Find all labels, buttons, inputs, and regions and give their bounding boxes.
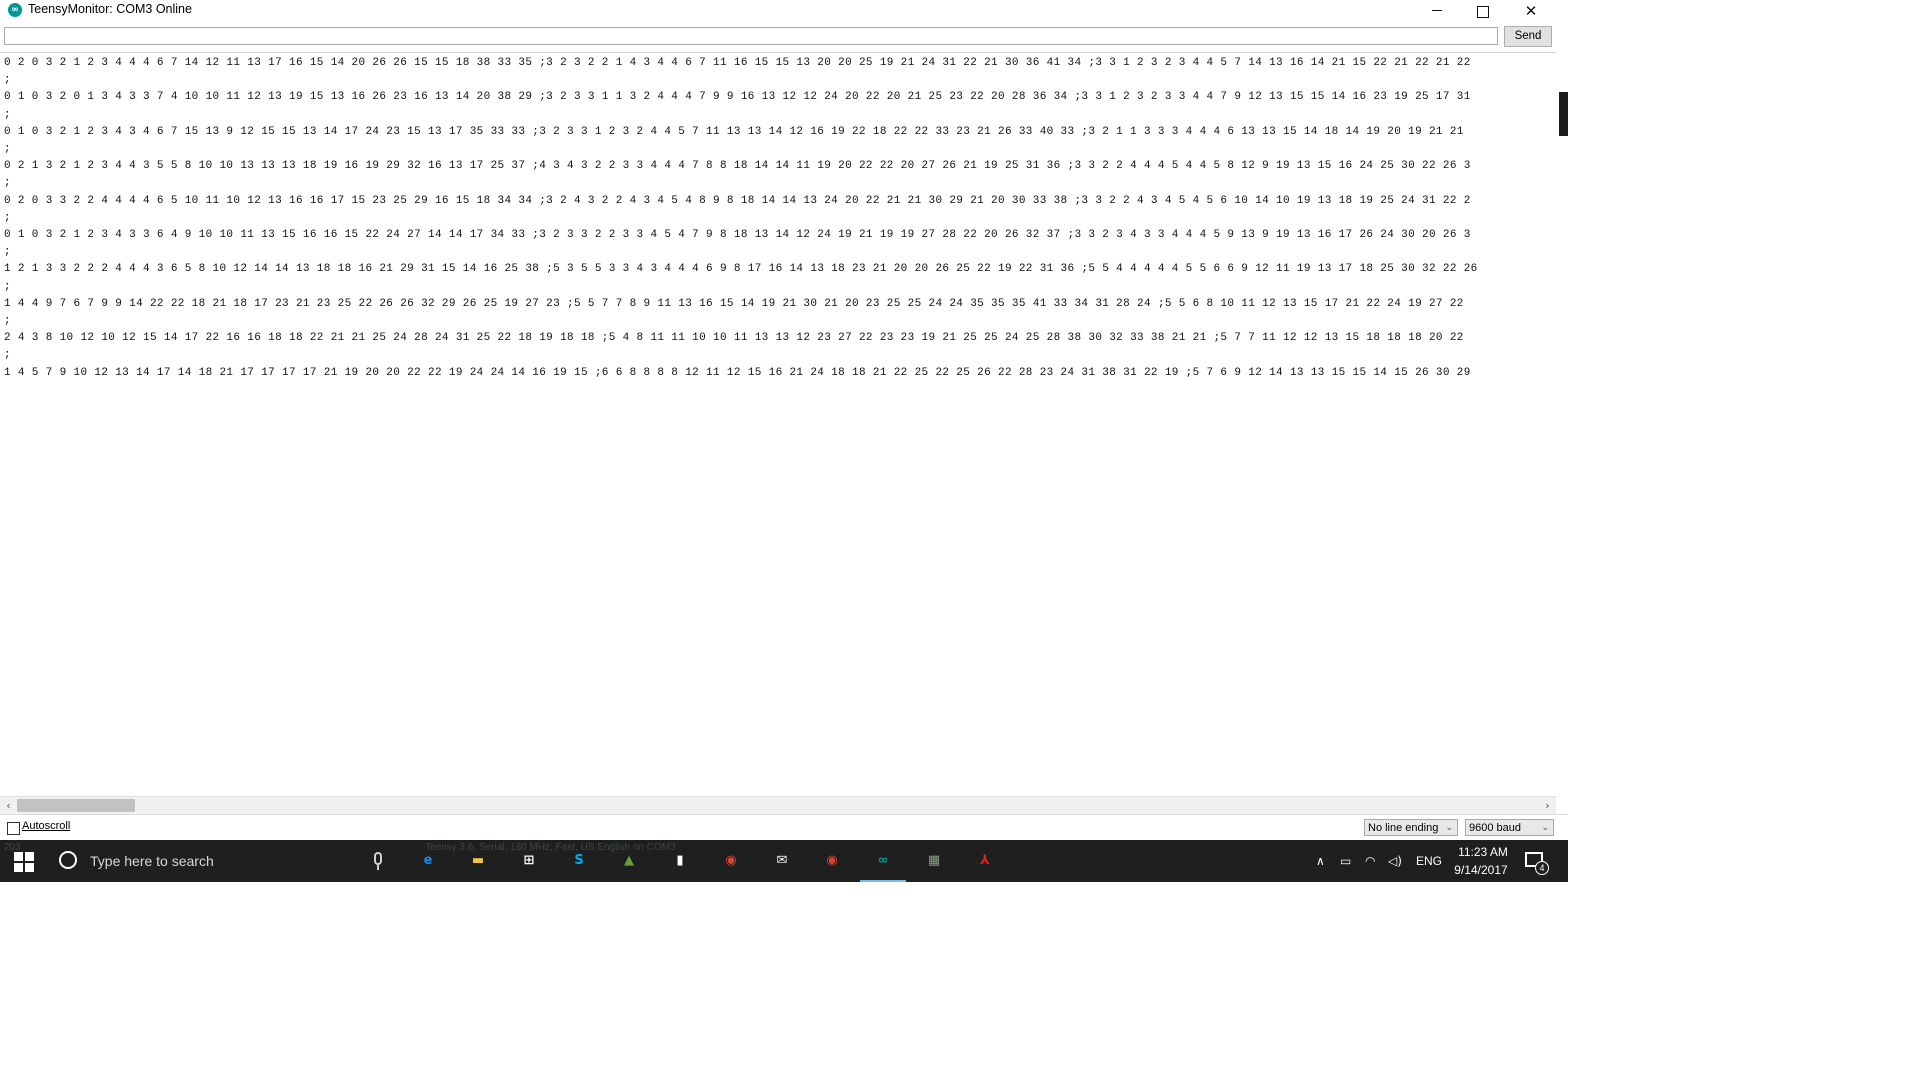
arduino-icon: ∞ — [8, 3, 22, 17]
horizontal-scroll-thumb[interactable] — [17, 799, 135, 812]
volume-icon[interactable]: ◁) — [1388, 854, 1402, 868]
minimize-icon — [1432, 10, 1442, 11]
maximize-icon — [1477, 6, 1489, 18]
mail-icon[interactable]: ✉ — [770, 849, 794, 873]
output-line: ; — [4, 280, 11, 293]
output-line: 0 1 0 3 2 0 1 3 4 3 3 7 4 10 10 11 12 13… — [4, 91, 1471, 104]
output-line: 0 2 0 3 2 1 2 3 4 4 4 6 7 14 12 11 13 17… — [4, 57, 1471, 69]
window-title: TeensyMonitor: COM3 Online — [28, 2, 192, 16]
output-line: 0 2 0 3 3 2 2 4 4 4 4 6 5 10 11 10 12 13… — [4, 194, 1471, 207]
photos-icon[interactable]: ▲ — [617, 849, 641, 873]
output-line: ; — [4, 177, 11, 190]
output-line: ; — [4, 108, 11, 121]
title-bar: ∞ TeensyMonitor: COM3 Online ✕ — [0, 0, 1568, 24]
output-line: 1 2 1 3 3 2 2 2 4 4 4 3 6 5 8 10 12 14 1… — [4, 263, 1478, 276]
line-ending-value: No line ending — [1368, 822, 1439, 834]
output-line: ; — [4, 211, 11, 224]
notification-count: 4 — [1535, 861, 1549, 875]
chevron-down-icon: ⌄ — [1541, 823, 1549, 833]
scroll-right-icon[interactable]: › — [1539, 797, 1556, 814]
send-button[interactable]: Send — [1504, 26, 1552, 47]
output-line: 0 1 0 3 2 1 2 3 4 3 3 6 4 9 10 10 11 13 … — [4, 229, 1471, 241]
bottom-bar: Autoscroll No line ending ⌄ 9600 baud ⌄ — [0, 814, 1568, 841]
wifi-icon[interactable]: ◠ — [1365, 854, 1375, 868]
output-line: 2 4 3 8 10 12 10 12 15 14 17 22 16 16 18… — [4, 332, 1464, 345]
file-explorer-icon[interactable]: ▬ — [466, 849, 490, 873]
serial-output[interactable]: 0 2 0 3 2 1 2 3 4 4 4 6 7 14 12 11 13 17… — [0, 52, 1556, 797]
vertical-scroll-thumb[interactable] — [1559, 92, 1568, 136]
output-line: 0 2 1 3 2 1 2 3 4 4 3 5 5 8 10 10 13 13 … — [4, 160, 1471, 173]
line-ending-select[interactable]: No line ending ⌄ — [1364, 819, 1458, 836]
vertical-scrollbar[interactable] — [1556, 52, 1568, 796]
chrome-icon-2[interactable]: ◉ — [820, 849, 844, 873]
scroll-left-icon[interactable]: ‹ — [0, 797, 17, 814]
taskbar: 203 Teensy 3.6, Serial, 180 MHz, Fast, U… — [0, 840, 1568, 882]
output-line: 1 4 5 7 9 10 12 13 14 17 14 18 21 17 17 … — [4, 366, 1471, 379]
output-line: ; — [4, 246, 11, 259]
chrome-icon[interactable]: ◉ — [719, 849, 743, 873]
horizontal-scrollbar[interactable]: ‹ › — [0, 796, 1556, 814]
document-icon[interactable]: ▮ — [668, 849, 692, 873]
acrobat-icon[interactable]: ⅄ — [973, 849, 997, 873]
maximize-button[interactable] — [1460, 0, 1506, 24]
output-line: ; — [4, 74, 11, 87]
minimize-button[interactable] — [1414, 0, 1460, 24]
board-icon[interactable]: ▦ — [922, 849, 946, 873]
chevron-down-icon: ⌄ — [1445, 823, 1453, 833]
arduino-taskbar-icon[interactable]: ∞ — [871, 849, 895, 873]
clock-date[interactable]: 9/14/2017 — [1448, 863, 1514, 877]
chevron-up-icon[interactable]: ∧ — [1316, 854, 1325, 868]
output-line: ; — [4, 349, 11, 362]
edge-icon[interactable]: e — [416, 849, 440, 873]
close-icon: ✕ — [1524, 2, 1538, 20]
close-button[interactable]: ✕ — [1508, 0, 1554, 24]
send-input[interactable] — [4, 27, 1498, 45]
microphone-icon[interactable] — [374, 852, 382, 865]
battery-icon[interactable]: ▭ — [1340, 854, 1351, 868]
baud-rate-select[interactable]: 9600 baud ⌄ — [1465, 819, 1554, 836]
autoscroll-label[interactable]: Autoscroll — [22, 820, 70, 832]
baud-rate-value: 9600 baud — [1469, 822, 1521, 834]
cortana-icon[interactable] — [59, 851, 77, 869]
autoscroll-checkbox[interactable] — [7, 822, 20, 835]
clock-time[interactable]: 11:23 AM — [1454, 845, 1512, 859]
language-indicator[interactable]: ENG — [1416, 854, 1442, 868]
skype-icon[interactable]: S — [567, 849, 591, 873]
output-line: ; — [4, 143, 11, 155]
store-icon[interactable]: ⊞ — [517, 849, 541, 873]
microphone-stand — [377, 865, 379, 870]
windows-start-icon[interactable] — [14, 852, 34, 872]
output-line: 1 4 4 9 7 6 7 9 9 14 22 22 18 21 18 17 2… — [4, 297, 1464, 310]
taskbar-search-box[interactable]: Type here to search — [90, 853, 214, 869]
output-line: 0 1 0 3 2 1 2 3 4 3 4 6 7 15 13 9 12 15 … — [4, 125, 1464, 138]
active-app-indicator — [860, 880, 906, 882]
output-line: ; — [4, 315, 11, 327]
